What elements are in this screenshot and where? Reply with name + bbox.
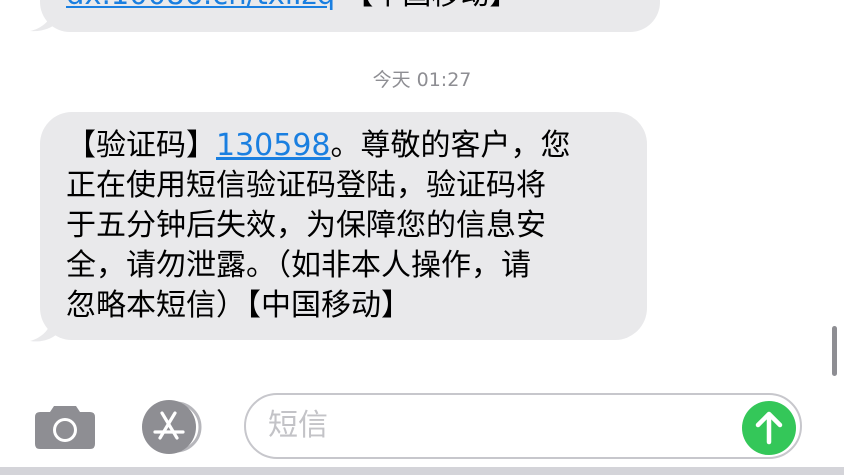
- verification-code-link[interactable]: 130598: [216, 128, 331, 163]
- previous-message-suffix: 【中国移动】: [335, 0, 518, 11]
- previous-bubble-tail: [30, 12, 58, 32]
- message-input-placeholder: 短信: [268, 408, 328, 443]
- message-line-1-rest: 。尊敬的客户，您: [330, 128, 571, 163]
- camera-icon[interactable]: [34, 402, 96, 450]
- app-store-icon[interactable]: [138, 400, 208, 454]
- previous-message-link[interactable]: dx.10086.cn/txlIzq: [66, 0, 335, 11]
- message-text: 【验证码】130598。尊敬的客户，您 正在使用短信验证码登陆，验证码将 于五分…: [66, 126, 632, 326]
- message-bubble-tail: [30, 316, 62, 342]
- message-timestamp: 今天 01:27: [372, 69, 472, 91]
- message-prefix: 【验证码】: [66, 128, 216, 163]
- message-line-5: 忽略本短信）【中国移动】: [66, 288, 411, 323]
- message-line-4: 全，请勿泄露。（如非本人操作，请: [66, 248, 531, 283]
- message-line-2: 正在使用短信验证码登陆，验证码将: [66, 168, 546, 203]
- messages-screen: dx.10086.cn/txlIzq 【中国移动】 今天 01:27 【验证码】…: [0, 0, 844, 475]
- message-line-1: 【验证码】130598。尊敬的客户，您: [66, 126, 632, 166]
- message-line-3: 于五分钟后失效，为保障您的信息安: [66, 208, 546, 243]
- scroll-indicator[interactable]: [832, 326, 837, 376]
- keyboard-edge: [0, 467, 844, 475]
- send-arrow-up-icon[interactable]: [742, 401, 796, 455]
- previous-message-text: dx.10086.cn/txlIzq 【中国移动】: [66, 0, 518, 14]
